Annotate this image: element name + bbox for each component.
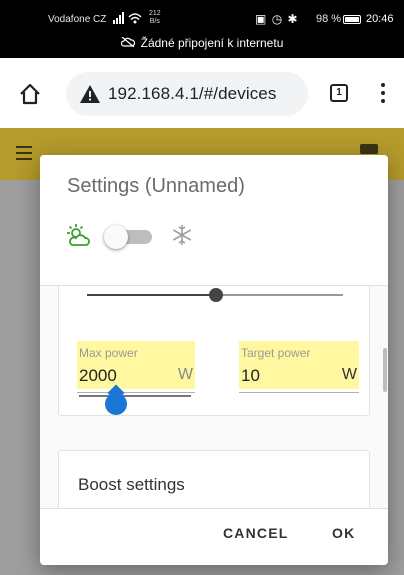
field-underline: [77, 392, 195, 393]
power-card: Max power 2000 W Target power 10 W: [58, 286, 370, 416]
target-power-unit: W: [341, 366, 357, 383]
connectivity-text: Žádné připojení k internetu: [140, 36, 284, 50]
no-cloud-icon: [120, 36, 135, 50]
speed-unit: B/s: [149, 18, 160, 25]
battery-percent: 98 %: [316, 13, 342, 25]
carrier-name: Vodafone CZ: [48, 14, 107, 25]
status-row: Vodafone CZ 212 B/s ▣ ◷ ✱ 98 % 20:46: [0, 10, 404, 30]
hamburger-icon: [16, 146, 32, 164]
browser-toolbar: 192.168.4.1/#/devices 1: [0, 58, 404, 128]
home-icon[interactable]: [18, 82, 42, 106]
scrollbar[interactable]: [383, 348, 387, 392]
speed-value: 212: [149, 10, 161, 17]
tab-count-button[interactable]: 1: [330, 84, 348, 102]
dialog-title: Settings (Unnamed): [67, 175, 245, 197]
dialog-actions: CANCEL OK: [40, 509, 388, 565]
network-speed: 212 B/s: [149, 10, 161, 26]
status-bar: Vodafone CZ 212 B/s ▣ ◷ ✱ 98 % 20:46 Žád…: [0, 0, 404, 58]
snowflake-icon: [170, 223, 194, 252]
settings-dialog: Settings (Unnamed) Max power 2000 W Targ…: [40, 155, 388, 565]
battery-icon: [343, 15, 361, 24]
sun-cloud-icon: [66, 223, 92, 254]
header-action-icon: [360, 144, 378, 154]
text-cursor-track: [79, 393, 191, 415]
url-text: 192.168.4.1/#/devices: [108, 84, 277, 103]
power-slider[interactable]: [87, 288, 343, 302]
max-power-label: Max power: [79, 346, 138, 360]
bluetooth-icon: ✱: [287, 12, 299, 26]
target-power-value[interactable]: 10: [241, 366, 260, 386]
status-icons: ▣ ◷ ✱: [255, 12, 299, 26]
ok-button[interactable]: OK: [332, 525, 355, 541]
address-bar[interactable]: 192.168.4.1/#/devices: [66, 72, 308, 116]
slider-thumb[interactable]: [209, 288, 223, 302]
text-cursor-handle-icon[interactable]: [105, 393, 127, 415]
target-power-label: Target power: [241, 346, 311, 360]
slider-track-rest: [223, 294, 343, 296]
dialog-content[interactable]: Max power 2000 W Target power 10 W Boost…: [40, 286, 388, 508]
boost-settings-card[interactable]: Boost settings: [58, 450, 370, 508]
toggle-thumb: [104, 225, 128, 249]
max-power-field[interactable]: Max power 2000 W: [77, 341, 195, 393]
more-menu-icon[interactable]: [380, 83, 386, 103]
max-power-value[interactable]: 2000: [79, 366, 117, 386]
max-power-unit: W: [177, 366, 193, 383]
warning-icon[interactable]: [80, 85, 100, 108]
boost-settings-label: Boost settings: [78, 475, 185, 494]
cancel-button[interactable]: CANCEL: [223, 525, 289, 541]
target-power-field[interactable]: Target power 10 W: [239, 341, 359, 393]
field-underline: [239, 392, 359, 393]
signal-icon: [113, 12, 143, 27]
mode-row: [66, 221, 206, 251]
clock: 20:46: [366, 13, 394, 25]
alarm-icon: ◷: [271, 12, 284, 26]
mode-toggle[interactable]: [104, 225, 154, 249]
nfc-icon: ▣: [255, 12, 268, 26]
connectivity-notice: Žádné připojení k internetu: [0, 36, 404, 50]
